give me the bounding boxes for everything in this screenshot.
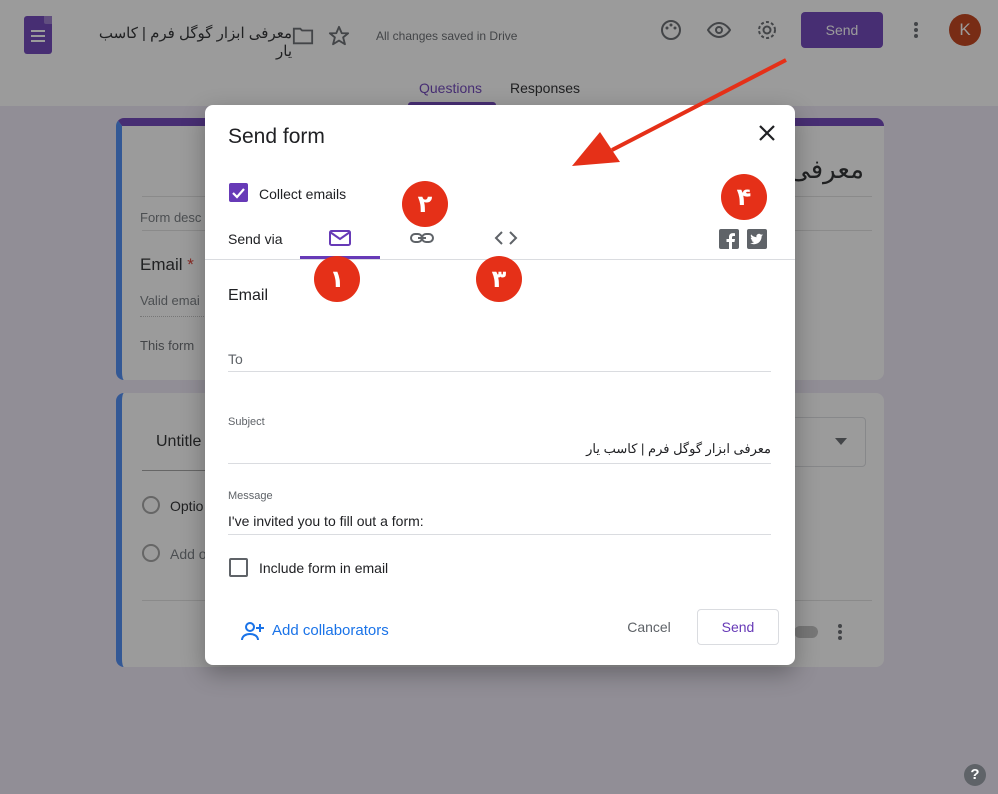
- annotation-badge-2: ۲: [402, 181, 448, 227]
- annotation-badge-1: ۱: [314, 256, 360, 302]
- annotation-badge-3: ۳: [476, 256, 522, 302]
- help-icon[interactable]: ?: [964, 764, 986, 786]
- annotation-arrow: [572, 58, 787, 166]
- annotation-badge-4: ۴: [721, 174, 767, 220]
